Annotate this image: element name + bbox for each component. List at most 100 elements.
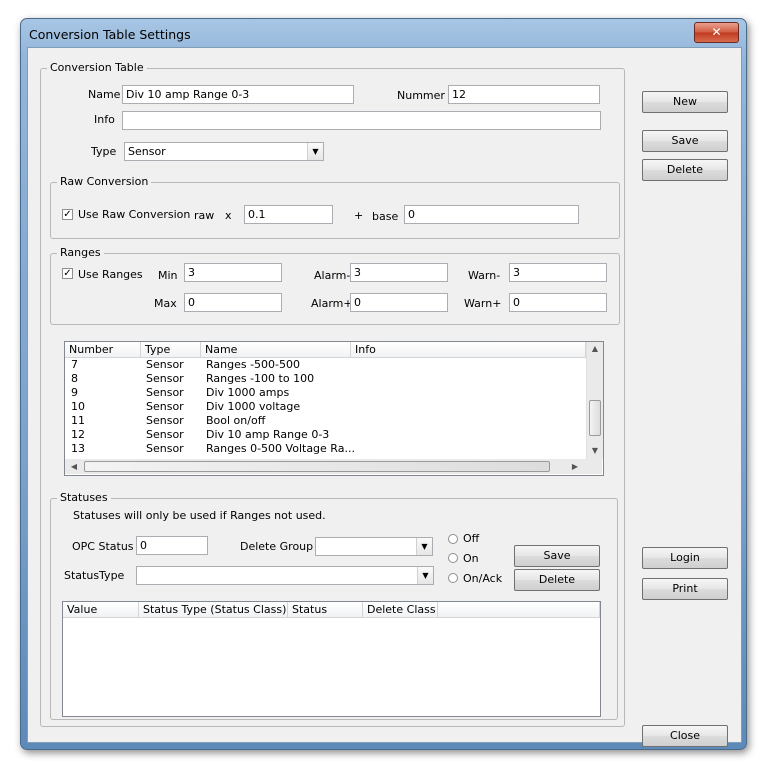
radio-on[interactable]: [448, 553, 458, 563]
base-input[interactable]: 0: [404, 205, 579, 224]
column-header-info[interactable]: Info: [351, 342, 586, 358]
radio-off-label[interactable]: Off: [463, 532, 479, 545]
name-input[interactable]: Div 10 amp Range 0-3: [122, 85, 354, 104]
column-header-type[interactable]: Type: [141, 342, 201, 358]
alarm-plus-input[interactable]: 0: [350, 293, 448, 312]
column-header-status[interactable]: Status: [288, 602, 363, 618]
opc-status-input[interactable]: 0: [136, 536, 208, 555]
row-type: Sensor: [146, 414, 184, 427]
alarm-minus-input[interactable]: 3: [350, 263, 448, 282]
table-row[interactable]: 7 Sensor Ranges -500-500: [65, 358, 585, 372]
raw-label: raw: [194, 209, 215, 222]
use-ranges-label[interactable]: Use Ranges: [78, 268, 143, 281]
statuses-note: Statuses will only be used if Ranges not…: [73, 509, 326, 522]
dialog-window: Conversion Table Settings ✕ Conversion T…: [20, 18, 747, 750]
row-type: Sensor: [146, 386, 184, 399]
row-name: Div 1000 voltage: [206, 400, 301, 413]
delete-button[interactable]: Delete: [642, 159, 728, 181]
type-select[interactable]: Sensor ▼: [124, 142, 324, 161]
plus-label: +: [354, 209, 364, 222]
chevron-down-icon[interactable]: ▼: [417, 567, 433, 584]
row-type: Sensor: [146, 442, 184, 455]
min-label: Min: [158, 269, 178, 282]
status-save-button[interactable]: Save: [514, 545, 600, 567]
login-button[interactable]: Login: [642, 547, 728, 569]
column-header-number[interactable]: Number: [65, 342, 141, 358]
row-number: 12: [71, 428, 85, 441]
horizontal-scrollbar[interactable]: ◀ ▶: [65, 459, 602, 474]
status-type-label: StatusType: [64, 569, 125, 582]
warn-minus-label: Warn-: [468, 269, 501, 282]
radio-on-ack-label[interactable]: On/Ack: [463, 572, 502, 585]
vertical-scroll-thumb[interactable]: [589, 400, 601, 436]
table-row[interactable]: 13 Sensor Ranges 0-500 Voltage Ra...: [65, 442, 585, 456]
column-header-delete-class[interactable]: Delete Class: [363, 602, 438, 618]
scroll-down-arrow-icon[interactable]: ▼: [588, 446, 602, 455]
alarm-plus-label: Alarm+: [311, 297, 353, 310]
row-number: 10: [71, 400, 85, 413]
nummer-label: Nummer: [397, 89, 445, 102]
table-row[interactable]: 11 Sensor Bool on/off: [65, 414, 585, 428]
table-row[interactable]: 9 Sensor Div 1000 amps: [65, 386, 585, 400]
raw-conversion-group-label: Raw Conversion: [57, 175, 152, 188]
vertical-scrollbar[interactable]: ▲ ▼: [586, 342, 603, 459]
table-row[interactable]: 8 Sensor Ranges -100 to 100: [65, 372, 585, 386]
max-label: Max: [154, 297, 177, 310]
column-header-value[interactable]: Value: [63, 602, 139, 618]
row-name: Div 10 amp Range 0-3: [206, 428, 330, 441]
radio-on-ack[interactable]: [448, 573, 458, 583]
close-button[interactable]: Close: [642, 725, 728, 747]
conversion-table-list[interactable]: Number Type Name Info 7 Sensor Ranges -5…: [64, 341, 604, 476]
raw-factor-input[interactable]: 0.1: [244, 205, 333, 224]
type-label: Type: [91, 145, 117, 158]
use-raw-conversion-label[interactable]: Use Raw Conversion: [78, 208, 190, 221]
type-select-value: Sensor: [128, 145, 166, 158]
use-raw-conversion-checkbox[interactable]: ✓: [62, 209, 73, 220]
window-close-button[interactable]: ✕: [694, 22, 739, 43]
row-name: Ranges 0-500 Voltage Ra...: [206, 442, 355, 455]
max-input[interactable]: 0: [184, 293, 282, 312]
radio-off[interactable]: [448, 534, 458, 544]
warn-minus-input[interactable]: 3: [509, 263, 607, 282]
row-name: Ranges -100 to 100: [206, 372, 315, 385]
min-input[interactable]: 3: [184, 263, 282, 282]
horizontal-scroll-thumb[interactable]: [84, 461, 550, 472]
row-number: 7: [71, 358, 78, 371]
info-label: Info: [94, 113, 115, 126]
row-type: Sensor: [146, 400, 184, 413]
warn-plus-label: Warn+: [464, 297, 502, 310]
row-type: Sensor: [146, 372, 184, 385]
warn-plus-input[interactable]: 0: [509, 293, 607, 312]
radio-on-label[interactable]: On: [463, 552, 479, 565]
table-row[interactable]: 12 Sensor Div 10 amp Range 0-3: [65, 428, 585, 442]
conversion-table-group-label: Conversion Table: [47, 61, 147, 74]
row-name: Div 1000 amps: [206, 386, 290, 399]
chevron-down-icon[interactable]: ▼: [416, 538, 432, 555]
table-row[interactable]: 10 Sensor Div 1000 voltage: [65, 400, 585, 414]
print-button[interactable]: Print: [642, 578, 728, 600]
chevron-down-icon[interactable]: ▼: [307, 143, 323, 160]
scroll-left-arrow-icon[interactable]: ◀: [67, 462, 81, 471]
status-delete-button[interactable]: Delete: [514, 569, 600, 591]
row-number: 13: [71, 442, 85, 455]
row-number: 8: [71, 372, 78, 385]
save-button[interactable]: Save: [642, 130, 728, 152]
scroll-up-arrow-icon[interactable]: ▲: [588, 344, 602, 353]
dialog-client-area: Conversion Table Name Div 10 amp Range 0…: [27, 47, 742, 747]
delete-group-select[interactable]: ▼: [315, 537, 433, 556]
column-header-status-type[interactable]: Status Type (Status Class): [139, 602, 288, 618]
nummer-input[interactable]: 12: [448, 85, 600, 104]
info-input[interactable]: [122, 111, 601, 130]
column-header-name[interactable]: Name: [201, 342, 351, 358]
status-type-select[interactable]: ▼: [136, 566, 434, 585]
row-name: Ranges -500-500: [206, 358, 301, 371]
status-list[interactable]: Value Status Type (Status Class) Status …: [62, 601, 601, 717]
use-ranges-checkbox[interactable]: ✓: [62, 268, 73, 279]
opc-status-label: OPC Status: [72, 540, 134, 553]
row-number: 9: [71, 386, 78, 399]
scroll-right-arrow-icon[interactable]: ▶: [568, 462, 582, 471]
base-label: base: [372, 210, 399, 223]
name-label: Name: [88, 88, 121, 101]
new-button[interactable]: New: [642, 91, 728, 113]
alarm-minus-label: Alarm-: [314, 269, 351, 282]
